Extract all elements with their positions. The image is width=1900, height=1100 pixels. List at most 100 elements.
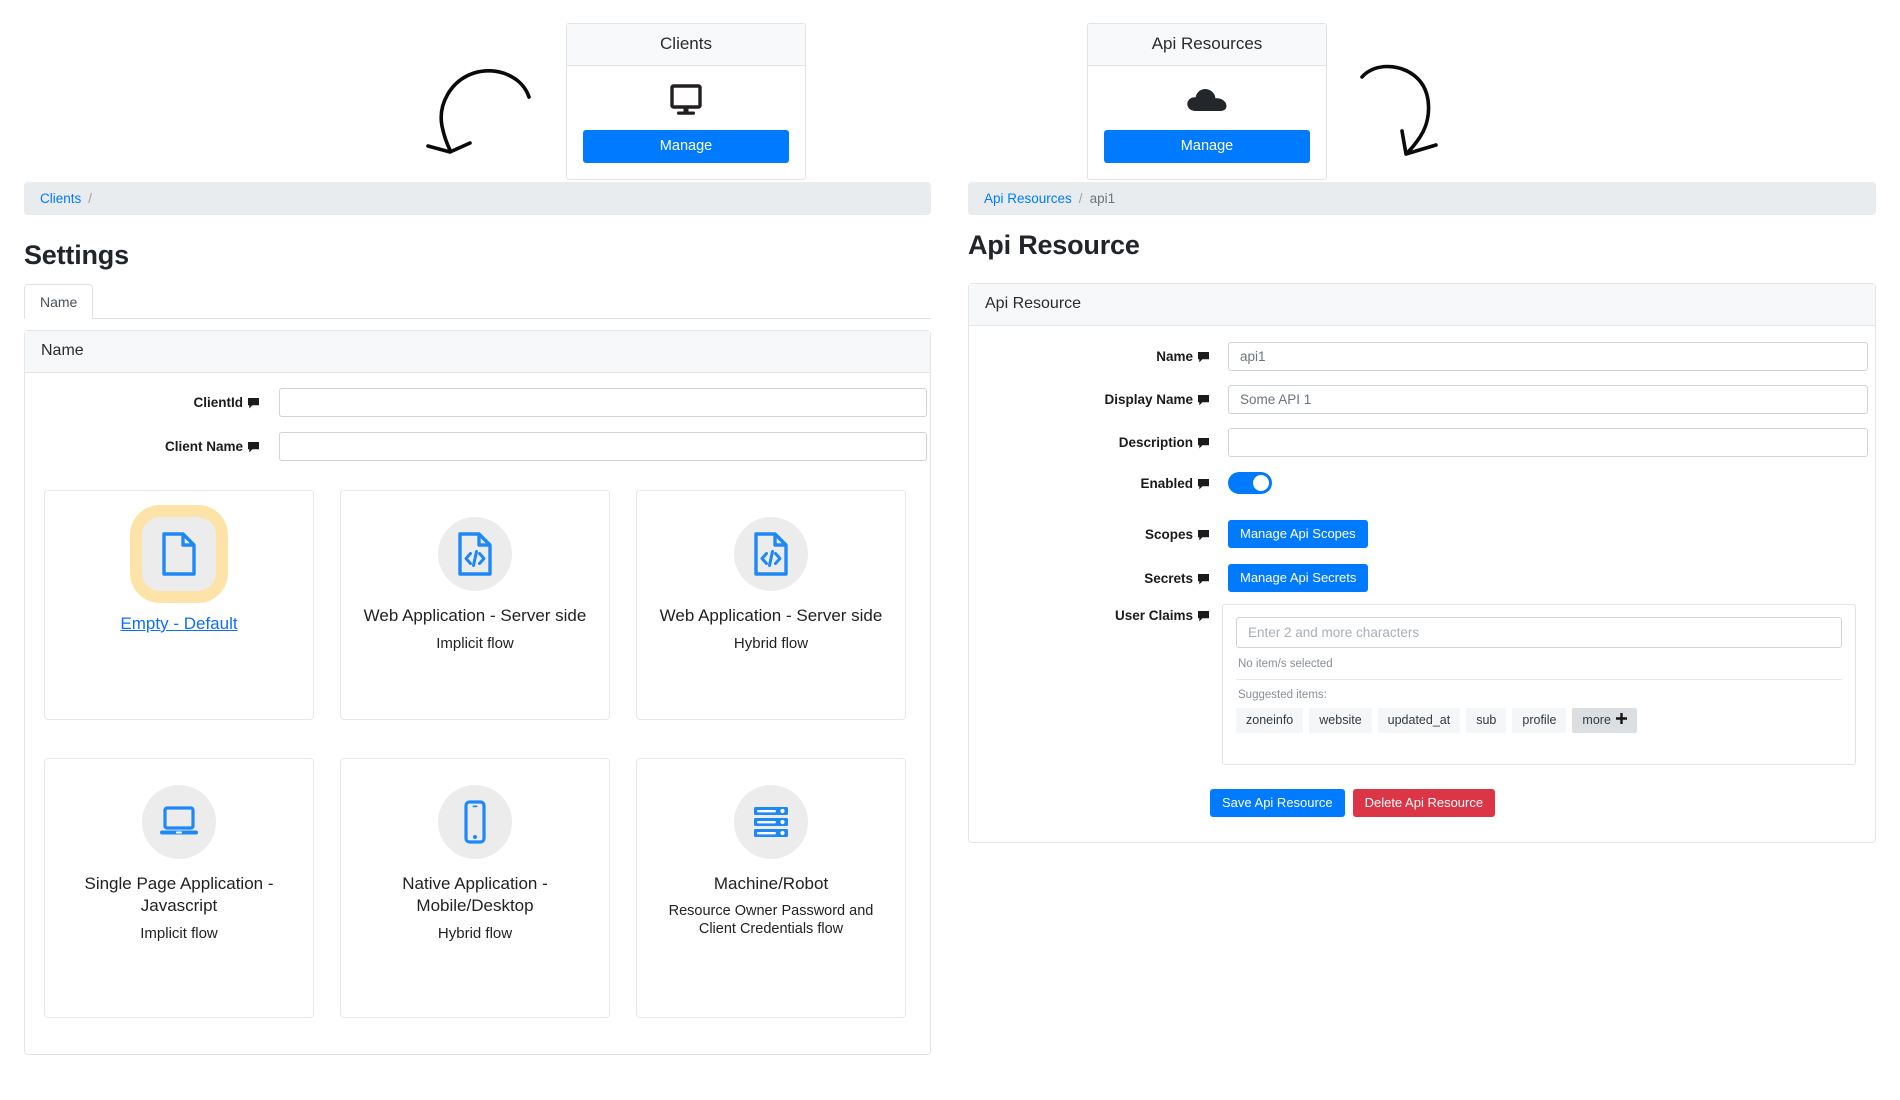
toggle-knob [1253, 475, 1269, 491]
form-row-api-user-claims: User Claims [1060, 608, 1210, 623]
api-user-claims-label-text: User Claims [1114, 608, 1193, 623]
client-name-input[interactable] [279, 432, 927, 461]
clientid-input[interactable] [279, 388, 927, 417]
manage-clients-button[interactable]: Manage [583, 130, 789, 163]
user-claims-selected-note: No item/s selected [1236, 648, 1842, 680]
server-rack-icon [754, 807, 788, 837]
client-tile-web-app-server-implicit[interactable]: Web Application - Server side Implicit f… [340, 490, 610, 720]
client-tile-single-page-app-javascript[interactable]: Single Page Application - Javascript Imp… [44, 758, 314, 1018]
mobile-icon [464, 800, 486, 844]
promo-card-clients-title: Clients [567, 24, 805, 66]
cloud-icon [1104, 78, 1310, 122]
breadcrumb-current-api1: api1 [1089, 191, 1116, 206]
laptop-icon [160, 806, 198, 835]
promo-card-clients-body: Manage [567, 66, 805, 179]
form-row-api-display-name: Display Name [1060, 385, 1868, 414]
tooltip-icon[interactable] [1198, 573, 1210, 584]
document-icon-wrap [142, 517, 216, 591]
tooltip-icon[interactable] [1198, 610, 1210, 622]
laptop-icon-wrap [142, 785, 216, 859]
tooltip-icon[interactable] [1198, 478, 1210, 489]
api-user-claims-label: User Claims [1060, 608, 1210, 623]
api-display-name-label-text: Display Name [1104, 392, 1193, 407]
tile-title: Web Application - Server side [659, 606, 883, 625]
tab-name[interactable]: Name [24, 284, 94, 319]
client-tile-machine-robot[interactable]: Machine/Robot Resource Owner Password an… [636, 758, 906, 1018]
code-file-icon [458, 532, 492, 576]
save-api-resource-button[interactable]: Save Api Resource [1210, 789, 1345, 817]
api-resource-card-header: Api Resource [969, 284, 1875, 326]
api-name-input[interactable] [1228, 342, 1868, 371]
user-claims-input[interactable] [1236, 617, 1842, 648]
client-name-label: Client Name [150, 439, 260, 454]
manage-api-scopes-button[interactable]: Manage Api Scopes [1228, 520, 1368, 548]
form-row-api-description: Description [1060, 428, 1868, 457]
breadcrumb-api-resources: Api Resources / api1 [968, 182, 1876, 215]
clientid-label: ClientId [150, 395, 260, 410]
form-row-api-enabled: Enabled [1060, 472, 1272, 494]
settings-tabs: Name [24, 284, 931, 319]
tile-title: Native Application - Mobile/Desktop [402, 874, 548, 915]
api-name-label-text: Name [1156, 349, 1193, 364]
tile-title: Machine/Robot [713, 874, 829, 893]
breadcrumb-item-api-resources[interactable]: Api Resources [984, 191, 1072, 206]
server-rack-icon-wrap [734, 785, 808, 859]
user-claims-multiselect: No item/s selected Suggested items: zone… [1222, 604, 1856, 765]
page-title-settings: Settings [24, 240, 129, 270]
manage-api-secrets-button[interactable]: Manage Api Secrets [1228, 564, 1369, 592]
promo-card-api-resources-body: Manage [1088, 66, 1326, 179]
client-tile-web-app-server-hybrid[interactable]: Web Application - Server side Hybrid flo… [636, 490, 906, 720]
page-title-api-resource: Api Resource [968, 230, 1140, 260]
breadcrumb-item-clients[interactable]: Clients [40, 191, 81, 206]
promo-card-api-resources-title: Api Resources [1088, 24, 1326, 66]
api-enabled-label: Enabled [1060, 476, 1210, 491]
chip-zoneinfo[interactable]: zoneinfo [1236, 708, 1304, 733]
breadcrumb-clients: Clients / [24, 182, 931, 215]
client-tile-native-app-mobile-desktop[interactable]: Native Application - Mobile/Desktop Hybr… [340, 758, 610, 1018]
api-secrets-label: Secrets [1060, 571, 1210, 586]
tooltip-icon[interactable] [1198, 351, 1210, 363]
curved-arrow-right [1360, 55, 1470, 170]
code-file-icon-wrap [438, 517, 512, 591]
form-row-api-scopes: Scopes Manage Api Scopes [1060, 520, 1368, 548]
delete-api-resource-button[interactable]: Delete Api Resource [1352, 789, 1496, 817]
form-row-clientid: ClientId [150, 388, 927, 417]
clientid-label-text: ClientId [193, 395, 244, 410]
document-icon [162, 532, 196, 576]
form-row-api-name: Name [1060, 342, 1868, 371]
tooltip-icon[interactable] [1198, 529, 1210, 540]
client-tile-empty-default[interactable]: Empty - Default [44, 490, 314, 720]
tile-subtitle: Implicit flow [436, 634, 514, 652]
tile-subtitle: Implicit flow [140, 924, 218, 942]
form-row-api-secrets: Secrets Manage Api Secrets [1060, 564, 1369, 592]
api-description-input[interactable] [1228, 428, 1868, 457]
api-display-name-input[interactable] [1228, 385, 1868, 414]
tooltip-icon[interactable] [248, 441, 260, 453]
form-row-client-name: Client Name [150, 432, 927, 461]
breadcrumb-separator: / [1078, 191, 1083, 206]
tile-title: Single Page Application - Javascript [84, 874, 274, 915]
tile-title: Empty - Default [112, 613, 245, 635]
chip-more-button[interactable]: more [1572, 708, 1637, 733]
api-enabled-label-text: Enabled [1140, 475, 1193, 491]
tooltip-icon[interactable] [1198, 437, 1210, 449]
api-description-label-text: Description [1118, 435, 1193, 450]
curved-arrow-left [424, 60, 534, 170]
tile-subtitle: Hybrid flow [733, 634, 809, 652]
tooltip-icon[interactable] [248, 397, 260, 409]
chip-profile[interactable]: profile [1512, 708, 1567, 733]
api-secrets-label-text: Secrets [1144, 570, 1193, 586]
tile-link-empty-default[interactable]: Empty - Default [120, 614, 237, 633]
monitor-icon [583, 78, 789, 122]
user-claims-suggested-chips: zoneinfo website updated_at sub profile … [1236, 708, 1842, 733]
api-enabled-toggle[interactable] [1228, 472, 1272, 494]
manage-api-resources-button[interactable]: Manage [1104, 130, 1310, 163]
tile-title: Web Application - Server side [363, 606, 587, 625]
chip-sub[interactable]: sub [1466, 708, 1507, 733]
tooltip-icon[interactable] [1198, 394, 1210, 406]
chip-more-label: more [1582, 713, 1611, 727]
chip-website[interactable]: website [1309, 708, 1372, 733]
plus-icon [1615, 713, 1627, 727]
promo-card-api-resources: Api Resources Manage [1087, 23, 1327, 180]
chip-updated-at[interactable]: updated_at [1377, 708, 1461, 733]
